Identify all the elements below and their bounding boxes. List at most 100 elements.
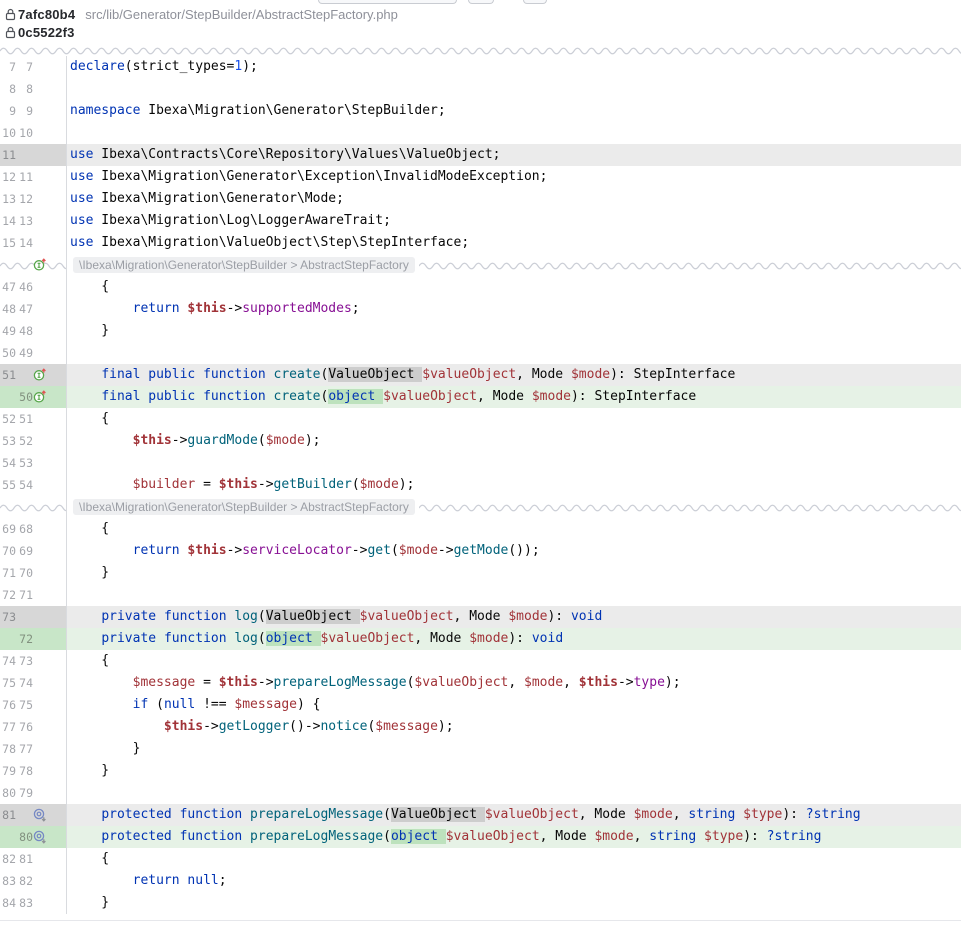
line-number-old: 51 bbox=[1, 368, 16, 382]
code-content: protected function prepareLogMessage(Val… bbox=[67, 804, 961, 826]
code-content bbox=[67, 584, 961, 606]
line-number-old: 13 bbox=[1, 192, 16, 206]
gutter: 88 bbox=[0, 78, 67, 100]
line-number-old: 48 bbox=[1, 302, 16, 316]
collapsed-region-wave[interactable] bbox=[0, 44, 961, 56]
line-number-new: 77 bbox=[18, 742, 33, 756]
collapsed-region-label: \Ibexa\Migration\Generator\StepBuilder >… bbox=[73, 499, 415, 515]
gutter: 8079 bbox=[0, 782, 67, 804]
code-line[interactable]: 1514use Ibexa\Migration\ValueObject\Step… bbox=[0, 232, 961, 254]
code-content: use Ibexa\Migration\Log\LoggerAwareTrait… bbox=[67, 210, 961, 232]
code-line[interactable]: 7069 return $this->serviceLocator->get($… bbox=[0, 540, 961, 562]
code-line[interactable]: 1312use Ibexa\Migration\Generator\Mode; bbox=[0, 188, 961, 210]
code-line[interactable]: 7574 $message = $this->prepareLogMessage… bbox=[0, 672, 961, 694]
collapsed-region-separator[interactable]: \Ibexa\Migration\Generator\StepBuilder >… bbox=[0, 254, 961, 276]
code-line[interactable]: 81 protected function prepareLogMessage(… bbox=[0, 804, 961, 826]
code-line[interactable]: 72 private function log(object $valueObj… bbox=[0, 628, 961, 650]
code-line[interactable]: 4948 } bbox=[0, 320, 961, 342]
collapsed-region-separator[interactable]: \Ibexa\Migration\Generator\StepBuilder >… bbox=[0, 496, 961, 518]
line-number-new: 52 bbox=[18, 434, 33, 448]
overridden-method-icon[interactable] bbox=[33, 808, 47, 822]
code-line[interactable]: 1010 bbox=[0, 122, 961, 144]
gutter: 5554 bbox=[0, 474, 67, 496]
line-number-new: 11 bbox=[18, 170, 33, 184]
commit-hash-old[interactable]: 7afc80b4 bbox=[18, 7, 75, 22]
fold-wave bbox=[0, 501, 66, 513]
code-content: return $this->serviceLocator->get($mode-… bbox=[67, 540, 961, 562]
code-content: } bbox=[67, 562, 961, 584]
line-number-new: 8 bbox=[18, 82, 33, 96]
code-line[interactable]: 5453 bbox=[0, 452, 961, 474]
gutter: 1010 bbox=[0, 122, 67, 144]
code-line[interactable]: 7271 bbox=[0, 584, 961, 606]
line-number-old: 10 bbox=[1, 126, 16, 140]
implements-method-icon[interactable] bbox=[33, 368, 47, 382]
code-line[interactable]: 51 final public function create(ValueObj… bbox=[0, 364, 961, 386]
line-number-old: 71 bbox=[1, 566, 16, 580]
code-line[interactable]: 8079 bbox=[0, 782, 961, 804]
code-line[interactable]: 77declare(strict_types=1); bbox=[0, 56, 961, 78]
code-line[interactable]: 8382 return null; bbox=[0, 870, 961, 892]
commit-hash-new[interactable]: 0c5522f3 bbox=[18, 25, 75, 40]
code-line[interactable]: 5554 $builder = $this->getBuilder($mode)… bbox=[0, 474, 961, 496]
gutter: 7574 bbox=[0, 672, 67, 694]
code-content: private function log(ValueObject $valueO… bbox=[67, 606, 961, 628]
revision-row-new: 0c5522f3 bbox=[0, 23, 961, 41]
line-number-old: 78 bbox=[1, 742, 16, 756]
lock-icon bbox=[5, 26, 16, 39]
code-content: $builder = $this->getBuilder($mode); bbox=[67, 474, 961, 496]
code-line[interactable]: 4746 { bbox=[0, 276, 961, 298]
code-content: } bbox=[67, 738, 961, 760]
code-line[interactable]: 4847 return $this->supportedModes; bbox=[0, 298, 961, 320]
implements-method-icon[interactable] bbox=[33, 258, 47, 272]
code-content: use Ibexa\Migration\Generator\Mode; bbox=[67, 188, 961, 210]
fold-wave bbox=[419, 501, 961, 513]
line-number-old: 7 bbox=[1, 60, 16, 74]
line-number-new: 83 bbox=[18, 896, 33, 910]
line-number-new: 74 bbox=[18, 676, 33, 690]
gutter: 50 bbox=[0, 386, 67, 408]
gutter: 72 bbox=[0, 628, 67, 650]
code-line[interactable]: 1413use Ibexa\Migration\Log\LoggerAwareT… bbox=[0, 210, 961, 232]
line-number-new: 50 bbox=[18, 390, 33, 404]
code-content: } bbox=[67, 892, 961, 914]
code-line[interactable]: 50 final public function create(object $… bbox=[0, 386, 961, 408]
line-number-old: 83 bbox=[1, 874, 16, 888]
code-line[interactable]: 99namespace Ibexa\Migration\Generator\St… bbox=[0, 100, 961, 122]
gutter: 5251 bbox=[0, 408, 67, 430]
overridden-method-icon[interactable] bbox=[33, 830, 47, 844]
gutter: 4948 bbox=[0, 320, 67, 342]
code-line[interactable]: 7776 $this->getLogger()->notice($message… bbox=[0, 716, 961, 738]
code-line[interactable]: 73 private function log(ValueObject $val… bbox=[0, 606, 961, 628]
code-content: } bbox=[67, 320, 961, 342]
line-number-new: 49 bbox=[18, 346, 33, 360]
code-line[interactable]: 5251 { bbox=[0, 408, 961, 430]
code-content: { bbox=[67, 518, 961, 540]
code-line[interactable]: 80 protected function prepareLogMessage(… bbox=[0, 826, 961, 848]
code-line[interactable]: 8483 } bbox=[0, 892, 961, 914]
code-line[interactable]: 7877 } bbox=[0, 738, 961, 760]
implements-method-icon[interactable] bbox=[33, 390, 47, 404]
line-number-new: 14 bbox=[18, 236, 33, 250]
code-line[interactable]: 7978 } bbox=[0, 760, 961, 782]
gutter: 6968 bbox=[0, 518, 67, 540]
code-line[interactable]: 7473 { bbox=[0, 650, 961, 672]
code-line[interactable]: 6968 { bbox=[0, 518, 961, 540]
line-number-new: 76 bbox=[18, 720, 33, 734]
code-line[interactable]: 1211use Ibexa\Migration\Generator\Except… bbox=[0, 166, 961, 188]
line-number-old: 50 bbox=[1, 346, 16, 360]
code-line[interactable]: 7675 if (null !== $message) { bbox=[0, 694, 961, 716]
gutter: 5352 bbox=[0, 430, 67, 452]
code-line[interactable]: 7170 } bbox=[0, 562, 961, 584]
line-number-new: 46 bbox=[18, 280, 33, 294]
code-content bbox=[67, 122, 961, 144]
code-line[interactable]: 5049 bbox=[0, 342, 961, 364]
code-line[interactable]: 8281 { bbox=[0, 848, 961, 870]
code-line[interactable]: 88 bbox=[0, 78, 961, 100]
code-line[interactable]: 5352 $this->guardMode($mode); bbox=[0, 430, 961, 452]
gutter: 80 bbox=[0, 826, 67, 848]
code-content bbox=[67, 342, 961, 364]
code-line[interactable]: 11use Ibexa\Contracts\Core\Repository\Va… bbox=[0, 144, 961, 166]
code-content bbox=[67, 452, 961, 474]
code-content: protected function prepareLogMessage(obj… bbox=[67, 826, 961, 848]
